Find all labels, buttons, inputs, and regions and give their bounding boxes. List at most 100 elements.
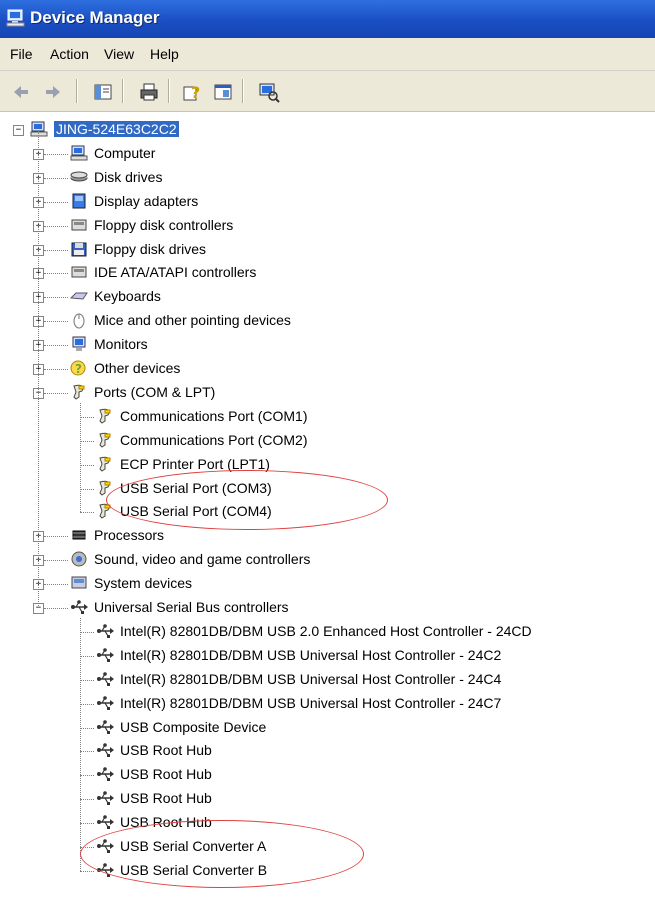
ide-controller-icon: [70, 263, 88, 281]
tree-item-label: Communications Port (COM1): [120, 407, 308, 424]
tree-device-usb-root-hub[interactable]: USB Root Hub: [0, 739, 655, 763]
tree-category-sound-video-and-game-controllers[interactable]: + Sound, video and game controllers: [0, 548, 655, 572]
tree-item-label: IDE ATA/ATAPI controllers: [94, 264, 257, 281]
tree-category-keyboards[interactable]: + Keyboards: [0, 285, 655, 309]
scan-hardware-icon[interactable]: [258, 81, 280, 103]
title-bar[interactable]: Device Manager: [0, 0, 655, 38]
back-icon[interactable]: [10, 81, 32, 103]
tree-item-label: USB Root Hub: [120, 766, 212, 783]
tree-category-computer[interactable]: + Computer: [0, 142, 655, 166]
tree-category-floppy-disk-controllers[interactable]: + Floppy disk controllers: [0, 214, 655, 238]
tree-device-usb-root-hub[interactable]: USB Root Hub: [0, 763, 655, 787]
window-title: Device Manager: [30, 8, 160, 27]
tree-category-monitors[interactable]: + Monitors: [0, 333, 655, 357]
tree-category-system-devices[interactable]: + System devices: [0, 572, 655, 596]
tree-category-ports-com-lpt[interactable]: − Ports (COM & LPT): [0, 381, 655, 405]
mouse-icon: [70, 311, 88, 329]
tree-category-other-devices[interactable]: +? Other devices: [0, 357, 655, 381]
tree-device-communications-port-com1[interactable]: Communications Port (COM1): [0, 405, 655, 429]
tree-device-intel-r-82801db-dbm-usb-universal-host-controller-24c4[interactable]: Intel(R) 82801DB/DBM USB Universal Host …: [0, 668, 655, 692]
tree-category-ide-ata-atapi-controllers[interactable]: + IDE ATA/ATAPI controllers: [0, 261, 655, 285]
processor-icon: [70, 526, 88, 544]
port-icon: [96, 407, 114, 425]
tree-device-intel-r-82801db-dbm-usb-universal-host-controller-24c2[interactable]: Intel(R) 82801DB/DBM USB Universal Host …: [0, 644, 655, 668]
tree-category-floppy-disk-drives[interactable]: + Floppy disk drives: [0, 238, 655, 262]
tree-category-processors[interactable]: + Processors: [0, 524, 655, 548]
tree-category-display-adapters[interactable]: + Display adapters: [0, 190, 655, 214]
usb-icon: [96, 765, 114, 783]
monitor-icon: [70, 335, 88, 353]
menu-file[interactable]: File: [10, 46, 33, 62]
tree-device-intel-r-82801db-dbm-usb-universal-host-controller-24c7[interactable]: Intel(R) 82801DB/DBM USB Universal Host …: [0, 692, 655, 716]
tree-device-ecp-printer-port-lpt1[interactable]: ECP Printer Port (LPT1): [0, 453, 655, 477]
tree-item-label: Communications Port (COM2): [120, 431, 308, 448]
print-icon[interactable]: [138, 81, 160, 103]
keyboard-icon: [69, 287, 88, 305]
tree-item-label: USB Root Hub: [120, 790, 212, 807]
disk-drive-icon: [70, 168, 88, 186]
highlight-ellipse-1: [106, 470, 388, 530]
usb-icon: [96, 813, 114, 831]
computer-icon: [70, 144, 88, 162]
device-manager-icon: [6, 9, 26, 30]
display-adapter-icon: [70, 192, 88, 210]
show-hide-console-tree-icon[interactable]: [92, 81, 114, 103]
floppy-drive-icon: [70, 240, 88, 258]
usb-icon: [96, 741, 114, 759]
unknown-device-icon: ?: [70, 359, 88, 377]
properties-icon[interactable]: [212, 81, 234, 103]
menu-action[interactable]: Action: [50, 46, 89, 62]
tree-item-label: Sound, video and game controllers: [94, 551, 311, 568]
tree-item-label: Keyboards: [94, 288, 161, 305]
port-icon: [70, 383, 88, 401]
tree-item-label: Universal Serial Bus controllers: [94, 599, 289, 615]
collapse-toggle-icon[interactable]: −: [13, 125, 24, 136]
tree-item-label: USB Root Hub: [120, 742, 212, 759]
tree-item-label: Ports (COM & LPT): [94, 383, 216, 400]
usb-icon: [96, 718, 114, 736]
highlight-ellipse-2: [80, 820, 364, 888]
tree-item-label: Intel(R) 82801DB/DBM USB Universal Host …: [120, 694, 502, 711]
tree-item-label: JING-524E63C2C2: [54, 121, 179, 137]
forward-icon[interactable]: [42, 81, 64, 103]
tree-device-usb-root-hub[interactable]: USB Root Hub: [0, 787, 655, 811]
tree-category-disk-drives[interactable]: + Disk drives: [0, 166, 655, 190]
tree-item-label: Intel(R) 82801DB/DBM USB Universal Host …: [120, 646, 502, 663]
tree-item-label: System devices: [94, 575, 193, 592]
tree-item-label: Mice and other pointing devices: [94, 312, 291, 329]
tree-device-intel-r-82801db-dbm-usb-2-0-enhanced-host-controller-24cd[interactable]: Intel(R) 82801DB/DBM USB 2.0 Enhanced Ho…: [0, 620, 655, 644]
tree-item-label: USB Composite Device: [120, 718, 267, 735]
tree-item-label: Disk drives: [94, 168, 163, 185]
usb-icon: [96, 622, 114, 640]
tree-item-label: Floppy disk drives: [94, 240, 207, 257]
tree-root-computer[interactable]: − JING-524E63C2C2: [0, 118, 655, 142]
menu-view[interactable]: View: [104, 46, 134, 62]
svg-text:?: ?: [75, 362, 82, 376]
tree-item-label: Other devices: [94, 360, 181, 376]
tree-item-label: Intel(R) 82801DB/DBM USB 2.0 Enhanced Ho…: [120, 622, 532, 639]
usb-icon: [70, 598, 88, 616]
tree-item-label: Monitors: [94, 336, 148, 353]
tree-category-universal-serial-bus-controllers[interactable]: − Universal Serial Bus controllers: [0, 596, 655, 620]
tree-item-label: Floppy disk controllers: [94, 216, 234, 233]
system-device-icon: [70, 574, 88, 592]
tree-item-label: Processors: [94, 527, 165, 544]
tree-item-label: Computer: [94, 144, 156, 161]
usb-icon: [96, 670, 114, 688]
menu-bar: File Action View Help: [0, 38, 655, 71]
tree-item-label: Intel(R) 82801DB/DBM USB Universal Host …: [120, 670, 502, 687]
port-icon: [96, 431, 114, 449]
svg-text:?: ?: [191, 83, 200, 102]
floppy-controller-icon: [70, 216, 88, 234]
usb-icon: [96, 646, 114, 664]
computer-icon: [30, 120, 48, 138]
help-icon[interactable]: ?: [182, 81, 204, 103]
sound-icon: [70, 550, 88, 568]
tree-device-communications-port-com2[interactable]: Communications Port (COM2): [0, 429, 655, 453]
port-icon: [96, 455, 114, 473]
menu-help[interactable]: Help: [150, 46, 179, 62]
device-tree: − JING-524E63C2C2 + Computer + Disk drives + Di…: [0, 112, 655, 911]
tree-device-usb-composite-device[interactable]: USB Composite Device: [0, 716, 655, 740]
toolbar: ?: [0, 71, 655, 112]
tree-category-mice-and-other-pointing-devices[interactable]: + Mice and other pointing devices: [0, 309, 655, 333]
